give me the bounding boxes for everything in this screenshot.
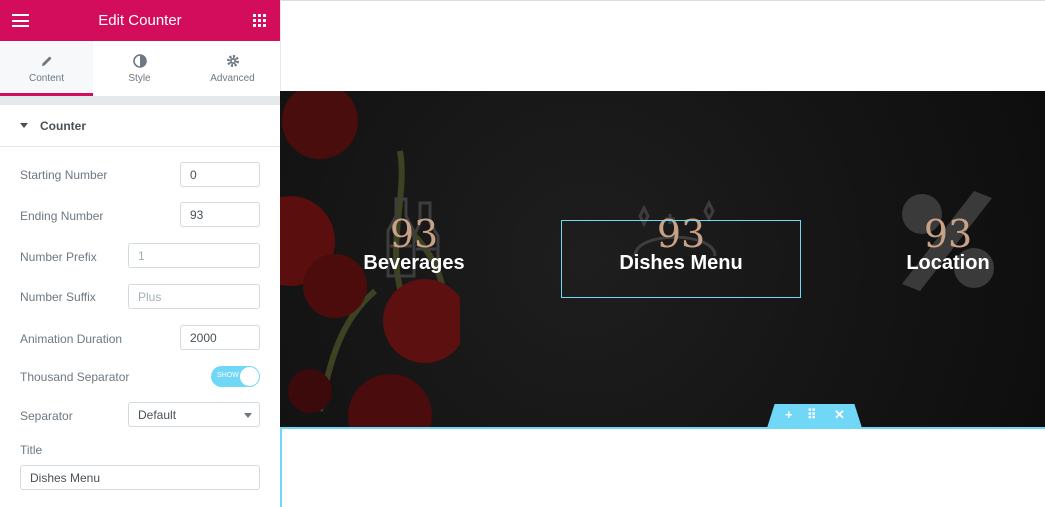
counter-title: Location	[906, 252, 990, 274]
tab-content-label: Content	[28, 73, 65, 84]
delete-section-icon[interactable]: ✕	[834, 407, 845, 423]
number-suffix-label: Number Suffix	[20, 290, 96, 304]
panel-divider	[0, 96, 280, 105]
number-prefix-input[interactable]: 1	[128, 243, 260, 268]
starting-number-label: Starting Number	[20, 168, 108, 182]
panel-header: Edit Counter	[0, 0, 280, 41]
tab-style-label: Style	[128, 73, 151, 84]
separator-label: Separator	[20, 409, 73, 423]
panel-tabs: Content Style Advanced	[0, 41, 280, 97]
section-handle[interactable]: + ⠿ ✕	[767, 404, 862, 428]
widgets-grid-icon[interactable]	[253, 14, 266, 27]
starting-number-input[interactable]: 0	[180, 162, 260, 187]
panel-title: Edit Counter	[98, 12, 182, 29]
editor-panel: Edit Counter Content Style Advanced Coun…	[0, 0, 281, 507]
animation-duration-input[interactable]: 2000	[180, 325, 260, 350]
number-suffix-input[interactable]: Plus	[128, 284, 260, 309]
counter-title: Beverages	[363, 252, 465, 274]
section-title: Counter	[40, 119, 86, 133]
canvas-top-border	[281, 0, 1045, 1]
section-counter-header[interactable]: Counter	[0, 105, 280, 147]
animation-duration-label: Animation Duration	[20, 332, 123, 346]
counter-location[interactable]: 93 Location	[848, 211, 1045, 275]
tab-advanced[interactable]: Advanced	[186, 41, 279, 96]
title-input[interactable]: Dishes Menu	[20, 465, 260, 490]
section-bottom-border	[280, 427, 1045, 429]
counter-section[interactable]: 93 Beverages 93 Dishes Menu 93 Location …	[280, 91, 1045, 428]
counter-beverages[interactable]: 93 Beverages	[314, 211, 514, 275]
ending-number-input[interactable]: 93	[180, 202, 260, 227]
ending-number-label: Ending Number	[20, 209, 104, 223]
chevron-down-icon	[244, 413, 252, 418]
number-prefix-label: Number Prefix	[20, 250, 97, 264]
tab-content[interactable]: Content	[0, 41, 93, 96]
separator-value: Default	[138, 408, 177, 422]
gear-icon	[186, 53, 279, 69]
thousand-separator-toggle[interactable]: SHOW	[211, 366, 260, 387]
next-section-left-border	[280, 427, 282, 507]
tab-style[interactable]: Style	[93, 41, 186, 96]
caret-down-icon	[20, 123, 28, 128]
tab-advanced-label: Advanced	[210, 73, 255, 84]
toggle-knob	[240, 367, 259, 386]
pencil-icon	[0, 53, 93, 69]
separator-select[interactable]: Default	[128, 402, 260, 427]
add-section-icon[interactable]: +	[785, 407, 793, 422]
title-label: Title	[20, 443, 43, 457]
drag-section-icon[interactable]: ⠿	[807, 407, 817, 423]
half-circle-icon	[93, 53, 186, 69]
thousand-separator-label: Thousand Separator	[20, 370, 130, 384]
selected-widget-outline	[561, 220, 801, 298]
toggle-text: SHOW	[217, 372, 239, 379]
